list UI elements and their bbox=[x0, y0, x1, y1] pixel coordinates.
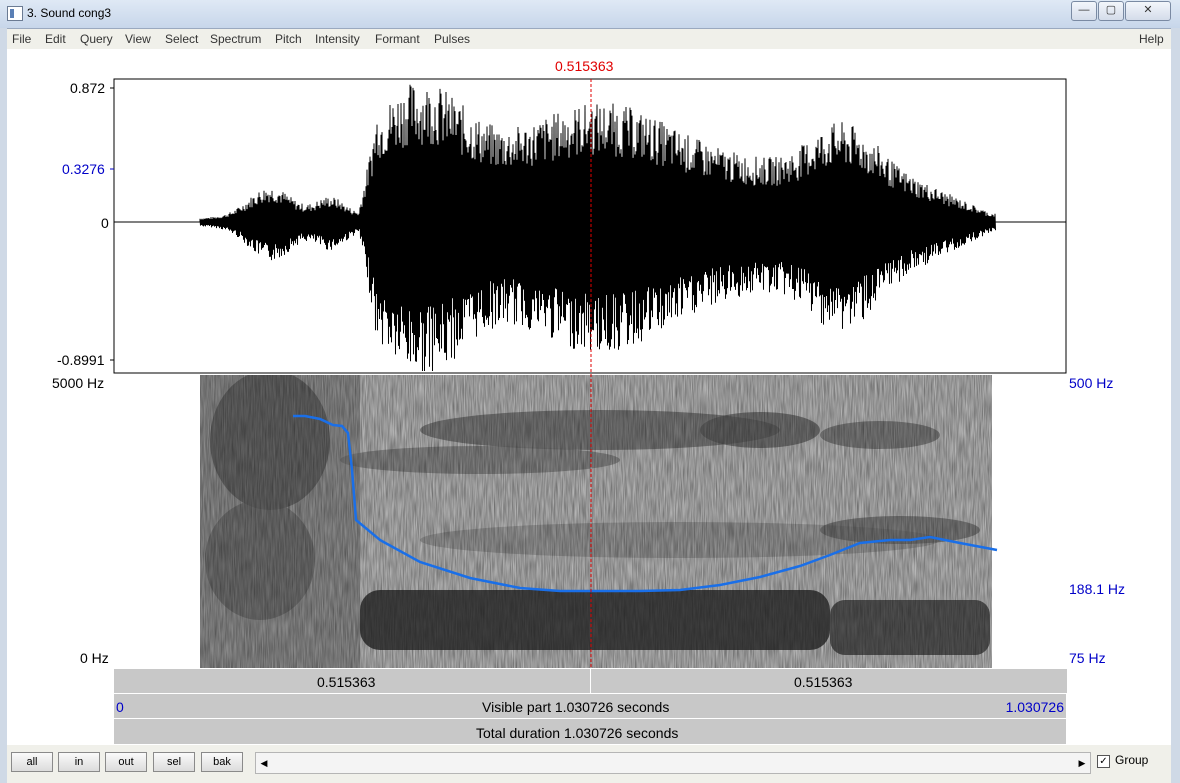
group-label: Group bbox=[1115, 753, 1149, 767]
scroll-right-icon[interactable]: ▶ bbox=[1074, 753, 1090, 773]
zoom-sel-button[interactable]: sel bbox=[153, 752, 195, 772]
visible-start-label: 0 bbox=[116, 699, 124, 715]
right-selection-bar[interactable]: 0.515363 bbox=[590, 669, 1067, 694]
visible-end-label: 1.030726 bbox=[1005, 699, 1064, 715]
praat-sound-editor-window: 3. Sound cong3 — ▢ ✕ File Edit Query Vie… bbox=[0, 0, 1180, 783]
zoom-back-button[interactable]: bak bbox=[201, 752, 243, 772]
left-time-label: 0.515363 bbox=[317, 674, 376, 690]
visible-part-bar[interactable]: 0 Visible part 1.030726 seconds 1.030726 bbox=[114, 694, 1066, 719]
group-checkbox[interactable]: ✓ bbox=[1097, 755, 1110, 768]
signal-canvas[interactable] bbox=[0, 0, 1180, 783]
spectrogram-image bbox=[200, 375, 992, 668]
right-time-label: 0.515363 bbox=[794, 674, 853, 690]
zoom-out-button[interactable]: out bbox=[105, 752, 147, 772]
horizontal-scrollbar[interactable]: ◀ ▶ bbox=[255, 752, 1091, 774]
total-duration-label: Total duration 1.030726 seconds bbox=[476, 725, 679, 741]
bottom-toolbar: all in out sel bak ◀ ▶ ✓ Group bbox=[7, 745, 1171, 783]
visible-part-label: Visible part 1.030726 seconds bbox=[482, 699, 670, 715]
zoom-all-button[interactable]: all bbox=[11, 752, 53, 772]
zoom-in-button[interactable]: in bbox=[58, 752, 100, 772]
scroll-left-icon[interactable]: ◀ bbox=[256, 753, 272, 773]
total-duration-bar[interactable]: Total duration 1.030726 seconds bbox=[114, 719, 1066, 745]
left-selection-bar[interactable]: 0.515363 bbox=[114, 669, 590, 694]
